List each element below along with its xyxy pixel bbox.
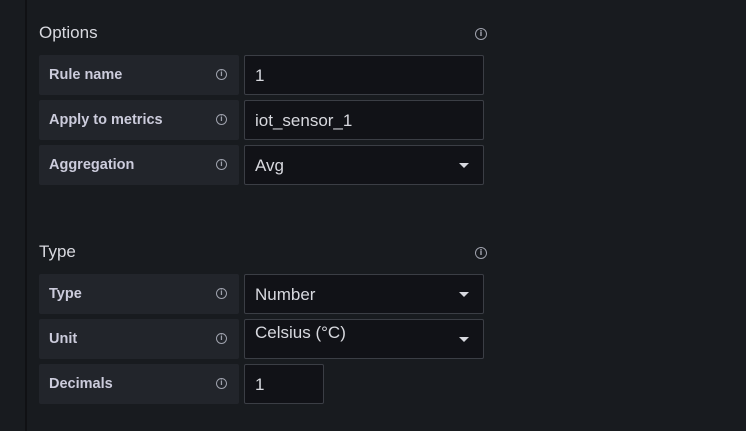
rule-name-value: 1 [255, 66, 265, 85]
decimals-value: 1 [255, 375, 265, 394]
apply-to-metrics-label-text: Apply to metrics [49, 112, 163, 128]
info-icon[interactable]: i [216, 333, 227, 344]
rule-name-label: Rule name i [39, 55, 239, 95]
aggregation-label: Aggregation i [39, 145, 239, 185]
rule-name-input[interactable]: 1 [244, 55, 484, 95]
aggregation-row: Aggregation i Avg [39, 145, 484, 185]
options-section-title: Options [39, 23, 98, 42]
info-icon[interactable]: i [216, 378, 227, 389]
unit-select[interactable]: Celsius (°C) [244, 319, 484, 359]
aggregation-select[interactable]: Avg [244, 145, 484, 185]
type-row: Type i Number [39, 274, 484, 314]
info-icon[interactable]: i [475, 247, 487, 259]
apply-to-metrics-input[interactable]: iot_sensor_1 [244, 100, 484, 140]
aggregation-label-text: Aggregation [49, 157, 135, 173]
chevron-down-icon[interactable] [459, 163, 469, 168]
type-label-text: Type [49, 286, 82, 302]
rule-name-row: Rule name i 1 [39, 55, 484, 95]
unit-label: Unit i [39, 319, 239, 359]
type-section-title: Type [39, 242, 76, 261]
apply-to-metrics-value: iot_sensor_1 [255, 111, 353, 130]
decimals-row: Decimals i 1 [39, 364, 324, 404]
aggregation-value: Avg [255, 156, 284, 175]
unit-row: Unit i Celsius (°C) [39, 319, 484, 359]
apply-to-metrics-row: Apply to metrics i iot_sensor_1 [39, 100, 484, 140]
decimals-input[interactable]: 1 [244, 364, 324, 404]
chevron-down-icon[interactable] [459, 337, 469, 342]
type-select[interactable]: Number [244, 274, 484, 314]
rule-editor-panel: Options i Rule name i 1 Apply to metrics… [0, 0, 746, 431]
decimals-label: Decimals i [39, 364, 239, 404]
info-icon[interactable]: i [216, 114, 227, 125]
info-icon[interactable]: i [216, 288, 227, 299]
panel-divider [25, 0, 27, 431]
info-icon[interactable]: i [475, 28, 487, 40]
info-icon[interactable]: i [216, 159, 227, 170]
decimals-label-text: Decimals [49, 376, 113, 392]
apply-to-metrics-label: Apply to metrics i [39, 100, 239, 140]
rule-name-label-text: Rule name [49, 67, 123, 83]
type-label: Type i [39, 274, 239, 314]
chevron-down-icon[interactable] [459, 292, 469, 297]
unit-label-text: Unit [49, 331, 78, 347]
unit-value: Celsius (°C) [255, 323, 346, 342]
info-icon[interactable]: i [216, 69, 227, 80]
type-value: Number [255, 285, 316, 304]
